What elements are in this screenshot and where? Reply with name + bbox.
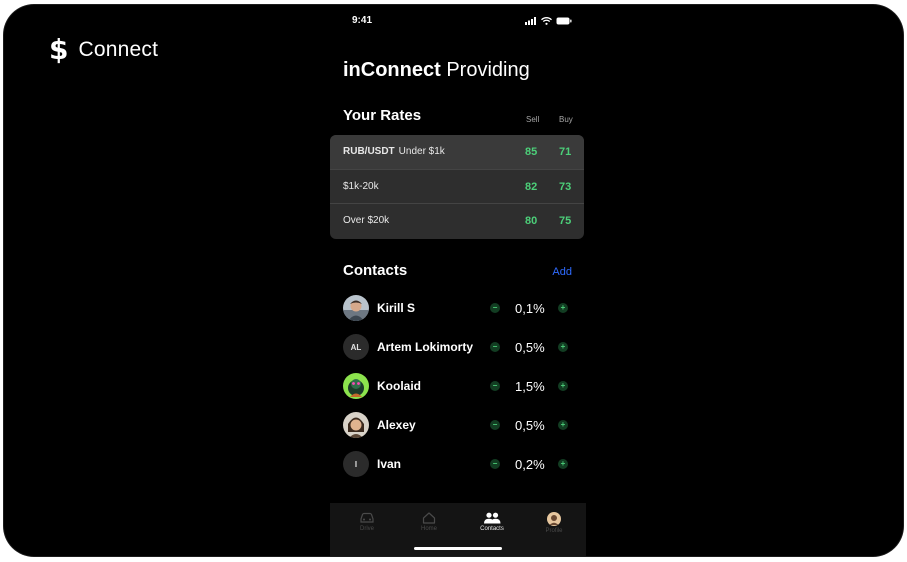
rates-table: RUB/USDT Under $1k 85 71 $1k-20k 82 73 Ov…	[330, 135, 584, 239]
avatar: I	[343, 451, 369, 477]
contact-percent: 0,2%	[515, 457, 545, 472]
contact-name: Alexey	[377, 418, 416, 432]
phone-screen: 9:41 inConnect Providing Your Rates Sell…	[330, 5, 586, 556]
contact-percent: 0,5%	[515, 418, 545, 433]
car-icon	[360, 512, 374, 523]
page-title: inConnect Providing	[343, 59, 530, 82]
rate-row[interactable]: Over $20k 80 75	[330, 204, 584, 239]
contact-percent: 1,5%	[515, 379, 545, 394]
contact-name: Kirill S	[377, 301, 416, 315]
buy-column-label: Buy	[559, 115, 573, 124]
rate-pair: RUB/USDT	[343, 146, 395, 157]
rate-row[interactable]: $1k-20k 82 73	[330, 170, 584, 204]
increase-button[interactable]: +	[558, 381, 568, 391]
tab-contacts[interactable]: Contacts	[462, 512, 522, 532]
brand-name: Connect	[78, 38, 159, 61]
sell-column-label: Sell	[526, 115, 540, 124]
rate-row[interactable]: RUB/USDT Under $1k 85 71	[330, 135, 584, 170]
rates-title: Your Rates	[343, 107, 422, 124]
home-icon	[422, 512, 436, 524]
tab-home[interactable]: Home	[399, 512, 459, 532]
contact-name: Ivan	[377, 457, 402, 471]
tab-drive[interactable]: Drive	[337, 512, 397, 532]
decrease-button[interactable]: −	[490, 459, 500, 469]
contact-percent: 0,1%	[515, 301, 545, 316]
rate-label: $1k-20k	[343, 181, 379, 192]
tab-label: Profile	[545, 528, 563, 534]
contact-row[interactable]: Kirill S − 0,1% +	[343, 295, 573, 321]
dollar-icon: $	[49, 33, 69, 66]
avatar: AL	[343, 334, 369, 360]
contact-name: Artem Lokimorty	[377, 340, 474, 354]
increase-button[interactable]: +	[558, 459, 568, 469]
rate-range: Under $1k	[398, 146, 445, 157]
rate-buy-value: 75	[559, 215, 572, 227]
rate-range: Over $20k	[343, 215, 390, 226]
avatar-icon	[547, 512, 561, 526]
avatar	[343, 373, 369, 399]
contacts-header: Contacts Add	[343, 262, 573, 282]
tab-label: Home	[420, 526, 437, 532]
increase-button[interactable]: +	[558, 342, 568, 352]
avatar-illustration-icon	[343, 373, 369, 399]
rate-buy-value: 73	[559, 180, 572, 193]
contact-percent: 0,5%	[515, 340, 545, 355]
tab-bar: Drive Home Contacts Profile	[330, 503, 586, 556]
rate-label: RUB/USDT Under $1k	[343, 146, 445, 157]
rate-label: Over $20k	[343, 215, 389, 226]
tab-profile[interactable]: Profile	[524, 512, 584, 534]
title-rest: Providing	[446, 59, 530, 81]
home-indicator	[414, 547, 502, 550]
rates-header: Your Rates Sell Buy	[343, 107, 573, 127]
avatar	[343, 412, 369, 438]
increase-button[interactable]: +	[558, 420, 568, 430]
add-contact-button[interactable]: Add	[552, 266, 572, 278]
people-icon	[484, 512, 501, 524]
decrease-button[interactable]: −	[490, 342, 500, 352]
avatar	[343, 295, 369, 321]
status-bar: 9:41	[330, 15, 586, 31]
tab-label: Contacts	[480, 526, 504, 532]
rate-sell-value: 85	[525, 146, 538, 158]
contacts-title: Contacts	[343, 262, 408, 279]
wifi-icon	[541, 17, 552, 25]
increase-button[interactable]: +	[558, 303, 568, 313]
status-icons	[525, 17, 572, 25]
contact-row[interactable]: AL Artem Lokimorty − 0,5% +	[343, 334, 573, 360]
rate-sell-value: 82	[525, 180, 538, 193]
contact-row[interactable]: Alexey − 0,5% +	[343, 412, 573, 438]
brand-logo: $ Connect	[49, 36, 158, 64]
contact-name: Koolaid	[377, 379, 421, 393]
status-time: 9:41	[352, 15, 373, 26]
rate-sell-value: 80	[525, 215, 538, 227]
contact-row[interactable]: Koolaid − 1,5% +	[343, 373, 573, 399]
signal-icon	[525, 17, 536, 25]
battery-icon	[556, 17, 572, 25]
contact-row[interactable]: I Ivan − 0,2% +	[343, 451, 573, 477]
avatar-photo-icon	[343, 412, 369, 438]
app-window: $ Connect 9:41 inConnect Providing Your …	[4, 5, 903, 556]
title-bold: inConnect	[343, 59, 441, 81]
avatar-photo-icon	[343, 295, 369, 321]
tab-label: Drive	[359, 526, 374, 532]
decrease-button[interactable]: −	[490, 420, 500, 430]
decrease-button[interactable]: −	[490, 381, 500, 391]
decrease-button[interactable]: −	[490, 303, 500, 313]
rate-buy-value: 71	[559, 146, 572, 158]
rate-range: $1k-20k	[343, 180, 379, 192]
